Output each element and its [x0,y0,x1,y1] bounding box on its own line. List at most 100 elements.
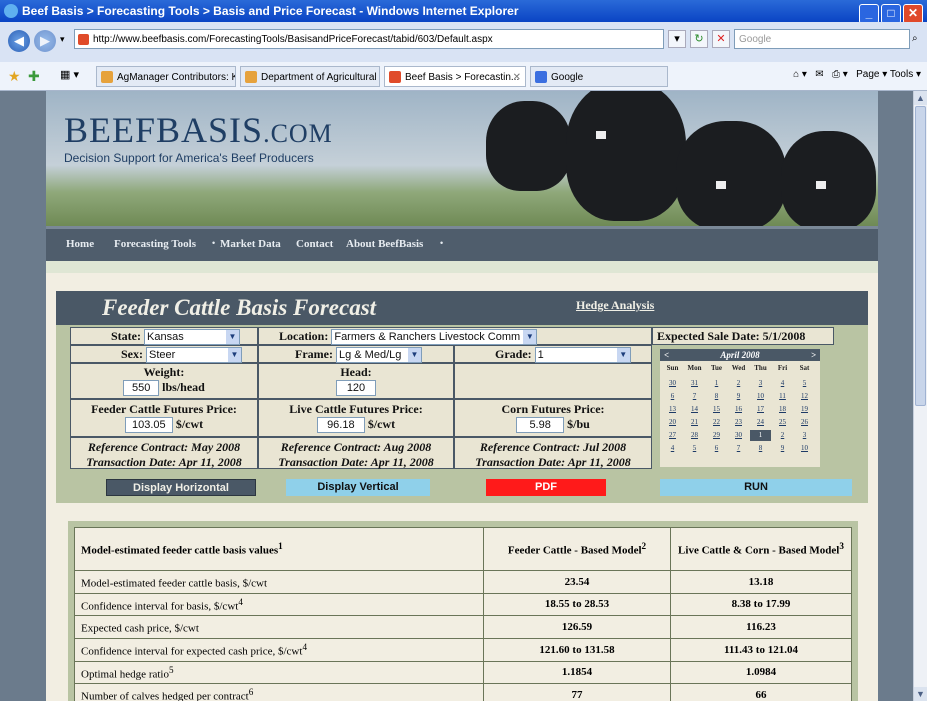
results-row-label: Optimal hedge ratio5 [74,660,484,685]
calendar-day-link[interactable]: 5 [794,378,815,389]
calendar-day-link[interactable]: 30 [728,430,749,441]
lc-price-input[interactable]: 96.18 [316,417,365,434]
site-logo[interactable]: BEEFBASIS.COM [64,109,333,151]
calendar-day-link[interactable]: 6 [706,443,727,454]
refresh-icon[interactable]: ↻ [690,30,708,48]
address-toolbar: ◀ ▶ ▾ http://www.beefbasis.com/Forecasti… [0,22,927,63]
location-select[interactable]: Farmers & Ranchers Livestock Comm ▼ [331,329,538,346]
nav-contact[interactable]: Contact [296,238,333,250]
calendar-day-link[interactable]: 17 [750,404,771,415]
calendar-day-link[interactable]: 9 [772,443,793,454]
calendar-day-link[interactable]: 29 [706,430,727,441]
nav-home[interactable]: Home [66,238,94,250]
calendar-day-link[interactable]: 15 [706,404,727,415]
calendar-day-link[interactable]: 26 [794,417,815,428]
calendar-day-link[interactable]: 18 [772,404,793,415]
vertical-scrollbar[interactable]: ▲ ▼ [913,91,927,701]
calendar-day-link[interactable]: 21 [684,417,705,428]
calendar-day-link[interactable]: 7 [728,443,749,454]
tabs-bar: ★ ✚ ▦ ▾ AgManager Contributors: K... Dep… [0,62,927,91]
quick-tabs-icon[interactable]: ▦ ▾ [60,68,79,81]
calendar-day-link[interactable]: 16 [728,404,749,415]
calendar-day-link[interactable]: 6 [662,391,683,402]
calendar-day-link[interactable]: 22 [706,417,727,428]
frame-label: Frame: [295,347,333,361]
forward-button[interactable]: ▶ [34,30,56,52]
run-button[interactable]: RUN [660,479,852,496]
grade-select[interactable]: 1 ▼ [534,347,631,364]
display-horizontal-button[interactable]: Display Horizontal [106,479,256,496]
calendar-day-link[interactable]: 8 [706,391,727,402]
back-button[interactable]: ◀ [8,30,30,52]
scroll-down-icon[interactable]: ▼ [914,687,927,701]
calendar-day-link[interactable]: 30 [662,378,683,389]
calendar-day-link[interactable]: 3 [794,430,815,441]
calendar-day-link[interactable]: 10 [794,443,815,454]
nav-about[interactable]: About BeefBasis [346,238,423,250]
calendar-day-link[interactable]: 31 [684,378,705,389]
calendar-day-link[interactable]: 25 [772,417,793,428]
calendar-next-link[interactable]: > [811,349,816,361]
state-select[interactable]: Kansas ▼ [144,329,240,346]
calendar-day-link[interactable]: 7 [684,391,705,402]
calendar-day-link[interactable]: 19 [794,404,815,415]
corn-price-input[interactable]: 5.98 [516,417,565,434]
frame-select[interactable]: Lg & Med/Lg ▼ [335,347,422,364]
address-input[interactable]: http://www.beefbasis.com/ForecastingTool… [74,29,664,49]
calendar-day-link[interactable]: 3 [750,378,771,389]
display-vertical-button[interactable]: Display Vertical [286,479,430,496]
tab-close-icon[interactable]: ✕ [513,67,521,86]
minimize-button[interactable]: _ [859,4,879,24]
calendar-day-link[interactable]: 23 [728,417,749,428]
calendar-day-link[interactable]: 4 [772,378,793,389]
calendar-day-link[interactable]: 11 [772,391,793,402]
fc-price-input[interactable]: 103.05 [124,417,173,434]
nav-market-data[interactable]: Market Data [220,238,281,250]
calendar-day-link[interactable]: 27 [662,430,683,441]
search-input[interactable]: Google [734,29,910,49]
calendar-day-link[interactable]: 1 [706,378,727,389]
tab-google[interactable]: Google [530,66,668,87]
close-window-button[interactable]: ✕ [903,4,923,24]
pdf-button[interactable]: PDF [486,479,606,496]
calendar-day-link[interactable]: 20 [662,417,683,428]
calendar-day-link[interactable]: 4 [662,443,683,454]
tab-department[interactable]: Department of Agricultural ... [240,66,380,87]
corn-reference-contract: Reference Contract: Jul 2008 [479,440,627,454]
calendar-day-link[interactable]: 5 [684,443,705,454]
tab-favicon-icon [535,71,547,83]
tab-agmanager[interactable]: AgManager Contributors: K... [96,66,236,87]
calendar-day-link[interactable]: 12 [794,391,815,402]
tab-label: AgManager Contributors: K... [117,72,236,83]
page-viewport: BEEFBASIS.COM Decision Support for Ameri… [0,91,914,701]
address-dropdown-icon[interactable]: ▾ [668,30,686,48]
calendar-day-link[interactable]: 8 [750,443,771,454]
calendar-day-link[interactable]: 10 [750,391,771,402]
head-input[interactable]: 120 [336,380,376,397]
favorites-star-icon[interactable]: ★ [8,68,21,85]
calendar-day-link[interactable]: 2 [772,430,793,441]
nav-forecasting-tools[interactable]: Forecasting Tools [114,238,196,250]
calendar-day-link[interactable]: 9 [728,391,749,402]
hedge-analysis-link[interactable]: Hedge Analysis [576,298,654,313]
calendar-day-link[interactable]: 14 [684,404,705,415]
calendar-day-link[interactable]: 2 [728,378,749,389]
scroll-up-icon[interactable]: ▲ [914,91,927,105]
scroll-thumb[interactable] [915,106,926,406]
command-bar[interactable]: ⌂ ▾ ✉ ⎙ ▾ Page ▾ Tools ▾ [793,69,921,80]
calendar-day-link[interactable]: 28 [684,430,705,441]
weight-input[interactable]: 550 [123,380,160,397]
recent-pages-dropdown-icon[interactable]: ▾ [60,34,65,45]
search-icon[interactable]: ⌕ [912,29,926,49]
sex-select[interactable]: Steer ▼ [146,347,242,364]
page-tools-menu[interactable]: Page ▾ Tools ▾ [856,69,921,80]
calendar-day-link[interactable]: 1 [750,430,771,441]
add-favorites-icon[interactable]: ✚ [28,68,40,85]
stop-icon[interactable]: ✕ [712,30,730,48]
lc-price-label: Live Cattle Futures Price: [289,402,423,416]
tab-beefbasis[interactable]: Beef Basis > Forecastin... ✕ [384,66,526,87]
calendar-day-link[interactable]: 24 [750,417,771,428]
calendar-day-link[interactable]: 13 [662,404,683,415]
maximize-button[interactable]: □ [881,4,901,24]
calendar-prev-link[interactable]: < [664,349,669,361]
